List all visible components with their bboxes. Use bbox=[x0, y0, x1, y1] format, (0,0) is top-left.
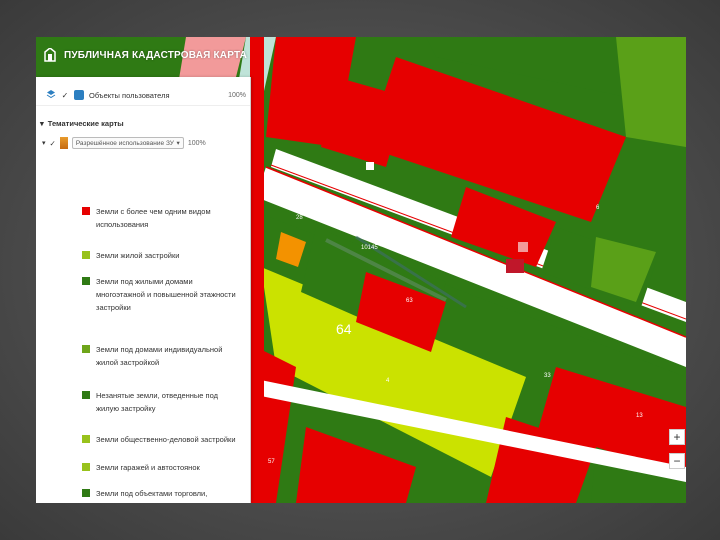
map-label-parcel-f: 31 bbox=[646, 298, 653, 304]
map-label-parcel-a: 45 bbox=[636, 327, 643, 333]
legend-item: Земли под объектами торговли, общественн… bbox=[82, 487, 242, 503]
map-label-parcel-g: 57 bbox=[268, 459, 275, 465]
expand-arrow-icon: ▾ bbox=[42, 140, 46, 147]
legend-label: Земли под жилыми домами многоэтажной и п… bbox=[96, 277, 236, 312]
legend-swatch bbox=[82, 345, 90, 353]
dropdown-arrow-icon: ▾ bbox=[176, 140, 180, 147]
map-label-parcel-e: 13 bbox=[636, 413, 643, 419]
map-label-parcel-i: 28 bbox=[296, 215, 303, 221]
legend-swatch bbox=[82, 391, 90, 399]
thematic-select[interactable]: Разрешённое использование ЗУ ▾ bbox=[71, 137, 184, 149]
thematic-layer-row[interactable]: ▾ ✓ Разрешённое использование ЗУ ▾ 100% bbox=[36, 132, 250, 154]
layers-panel: ✓ Объекты пользователя 100% ▾ Тематическ… bbox=[36, 77, 251, 503]
legend-item: Земли под домами индивидуальной жилой за… bbox=[82, 343, 242, 369]
app-title: ПУБЛИЧНАЯ КАДАСТРОВАЯ КАРТА bbox=[64, 49, 248, 61]
thematic-checkbox[interactable]: ✓ bbox=[50, 139, 56, 148]
legend-item: Земли жилой застройки bbox=[82, 249, 242, 262]
legend-swatch bbox=[82, 251, 90, 259]
legend-swatch bbox=[82, 435, 90, 443]
legend-swatch bbox=[82, 207, 90, 215]
thematic-opacity[interactable]: 100% bbox=[188, 140, 206, 147]
legend-label: Земли под объектами торговли, общественн… bbox=[96, 489, 216, 503]
legend-item: Незанятые земли, отведенные под жилую за… bbox=[82, 389, 242, 415]
map-label-quarter-b: 10107 bbox=[601, 325, 618, 331]
app-header: ПУБЛИЧНАЯ КАДАСТРОВАЯ КАРТА bbox=[36, 37, 686, 73]
legend-label: Незанятые земли, отведенные под жилую за… bbox=[96, 391, 218, 413]
map-label-parcel-d: 33 bbox=[544, 373, 551, 379]
collapse-arrow-icon: ▾ bbox=[40, 118, 44, 128]
slide-frame: 64 10145 10107 45 63 6 33 13 31 57 4 28 … bbox=[36, 37, 686, 503]
thematic-layer-icon bbox=[59, 137, 68, 149]
legend-label: Земли под домами индивидуальной жилой за… bbox=[96, 345, 223, 367]
legend-item: Земли под жилыми домами многоэтажной и п… bbox=[82, 275, 242, 314]
zoom-out-button[interactable]: − bbox=[669, 453, 685, 469]
thematic-section-label: Тематические карты bbox=[47, 118, 124, 128]
user-objects-icon bbox=[74, 90, 84, 100]
legend-swatch bbox=[82, 463, 90, 471]
legend-item: Земли общественно-деловой застройки bbox=[82, 433, 242, 446]
map-label-big-parcel: 64 bbox=[336, 321, 352, 337]
thematic-section-header[interactable]: ▾ Тематические карты bbox=[36, 114, 250, 132]
legend-item: Земли с более чем одним видом использова… bbox=[82, 205, 242, 231]
thematic-select-value: Разрешённое использование ЗУ bbox=[75, 139, 174, 147]
user-objects-label: Объекты пользователя bbox=[89, 90, 170, 100]
legend-swatch bbox=[82, 277, 90, 285]
legend-label: Земли жилой застройки bbox=[96, 251, 180, 260]
legend-label: Земли общественно-деловой застройки bbox=[96, 435, 236, 444]
cadastre-logo-icon bbox=[42, 47, 58, 63]
zoom-in-button[interactable]: + bbox=[669, 429, 685, 445]
map-label-quarter-a: 10145 bbox=[361, 245, 378, 251]
user-objects-opacity[interactable]: 100% bbox=[228, 92, 246, 99]
layers-icon bbox=[46, 89, 56, 101]
legend-label: Земли с более чем одним видом использова… bbox=[96, 207, 211, 229]
legend-label: Земли гаражей и автостоянок bbox=[96, 463, 200, 472]
map-label-parcel-b: 63 bbox=[406, 298, 413, 304]
user-objects-checkbox[interactable]: ✓ bbox=[61, 91, 69, 100]
legend-swatch bbox=[82, 489, 90, 497]
legend-item: Земли гаражей и автостоянок bbox=[82, 461, 242, 474]
layer-row-user-objects[interactable]: ✓ Объекты пользователя 100% bbox=[36, 85, 250, 106]
zoom-controls: + − bbox=[669, 429, 685, 469]
